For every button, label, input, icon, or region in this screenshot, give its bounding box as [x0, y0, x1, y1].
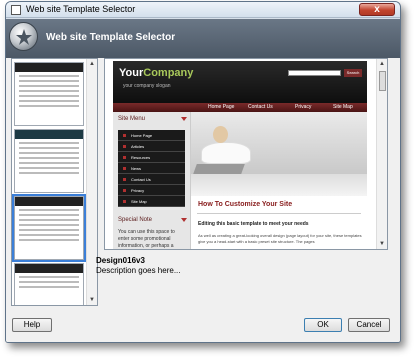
window-title: Web site Template Selector — [26, 4, 136, 14]
preview-search-box — [288, 70, 341, 76]
dialog-footer: Help OK Cancel — [6, 308, 400, 342]
preview-side-menu-item: Site Map — [118, 196, 185, 207]
preview-slogan: your company slogan — [123, 83, 171, 89]
window-app-icon — [11, 5, 21, 15]
cancel-button[interactable]: Cancel — [348, 318, 390, 332]
preview-site-header: YourCompany your company slogan Search — [113, 61, 367, 103]
preview-side-menu-item: Contact Us — [118, 174, 185, 185]
ok-button[interactable]: OK — [304, 318, 342, 332]
preview-side-menu: Site Menu Home Page Articles Resources N… — [113, 112, 191, 249]
preview-side-menu-item: Privacy — [118, 185, 185, 196]
template-thumbnail[interactable] — [14, 129, 84, 193]
preview-content-title: How To Customize Your Site — [198, 201, 293, 208]
dialog-header: Web site Template Selector — [6, 19, 400, 58]
template-thumbnail[interactable] — [14, 263, 84, 305]
dialog-body: ▲ ▼ YourCompany your company slogan Sear… — [6, 58, 400, 316]
preview-special-note-title: Special Note — [118, 217, 153, 223]
preview-company-name: YourCompany — [119, 67, 194, 79]
menu-collapse-triangle-icon — [181, 117, 187, 121]
title-bar[interactable]: Web site Template Selector x — [6, 2, 400, 18]
preview-content-subtitle: Editing this basic template to meet your… — [198, 221, 309, 227]
template-selector-window: Web site Template Selector x Web site Te… — [5, 1, 401, 343]
preview-side-menu-item: Articles — [118, 141, 185, 152]
template-preview-page: YourCompany your company slogan Search H… — [113, 61, 367, 249]
note-collapse-triangle-icon — [181, 218, 187, 222]
preview-nav-item: Home Page — [208, 104, 235, 110]
scroll-down-arrow-icon[interactable]: ▼ — [89, 297, 95, 303]
close-button[interactable]: x — [359, 3, 395, 16]
template-thumbnail-selected[interactable] — [12, 194, 86, 262]
dialog-header-title: Web site Template Selector — [46, 32, 176, 43]
preview-divider — [197, 213, 361, 214]
template-preview-pane: YourCompany your company slogan Search H… — [104, 58, 388, 250]
template-thumbnail[interactable] — [14, 62, 84, 126]
preview-side-menu-item: Resources — [118, 152, 185, 163]
template-name: Design016v3 — [96, 256, 145, 265]
preview-nav-bar: Home Page Contact Us Privacy Site Map — [113, 103, 367, 112]
hero-woman-head — [213, 126, 228, 143]
preview-scrollbar[interactable]: ▲ ▼ — [376, 59, 387, 249]
preview-side-menu-item: News — [118, 163, 185, 174]
template-selector-logo-icon — [9, 22, 38, 51]
preview-nav-item: Contact Us — [248, 104, 273, 110]
preview-content-text: As well as creating a great-looking over… — [198, 233, 362, 244]
preview-side-menu-item: Home Page — [118, 130, 185, 141]
template-thumbnail-list[interactable]: ▲ ▼ — [11, 58, 98, 306]
scroll-down-arrow-icon[interactable]: ▼ — [379, 241, 385, 247]
preview-nav-item: Site Map — [333, 104, 353, 110]
preview-special-note-text: You can use this space to enter some pro… — [118, 229, 175, 249]
preview-hero-image — [191, 112, 367, 196]
scroll-up-arrow-icon[interactable]: ▲ — [89, 61, 95, 67]
preview-scroll-thumb[interactable] — [379, 71, 386, 91]
help-button[interactable]: Help — [12, 318, 52, 332]
scroll-up-arrow-icon[interactable]: ▲ — [379, 61, 385, 67]
hero-woman-figure — [201, 142, 251, 164]
preview-side-menu-list: Home Page Articles Resources News Contac… — [118, 130, 185, 207]
preview-search-button: Search — [344, 69, 362, 77]
preview-nav-item: Privacy — [295, 104, 312, 110]
hero-floor — [191, 174, 367, 196]
laptop-icon — [193, 164, 245, 174]
preview-side-menu-title: Site Menu — [118, 116, 146, 122]
template-description: Description goes here... — [96, 266, 181, 275]
